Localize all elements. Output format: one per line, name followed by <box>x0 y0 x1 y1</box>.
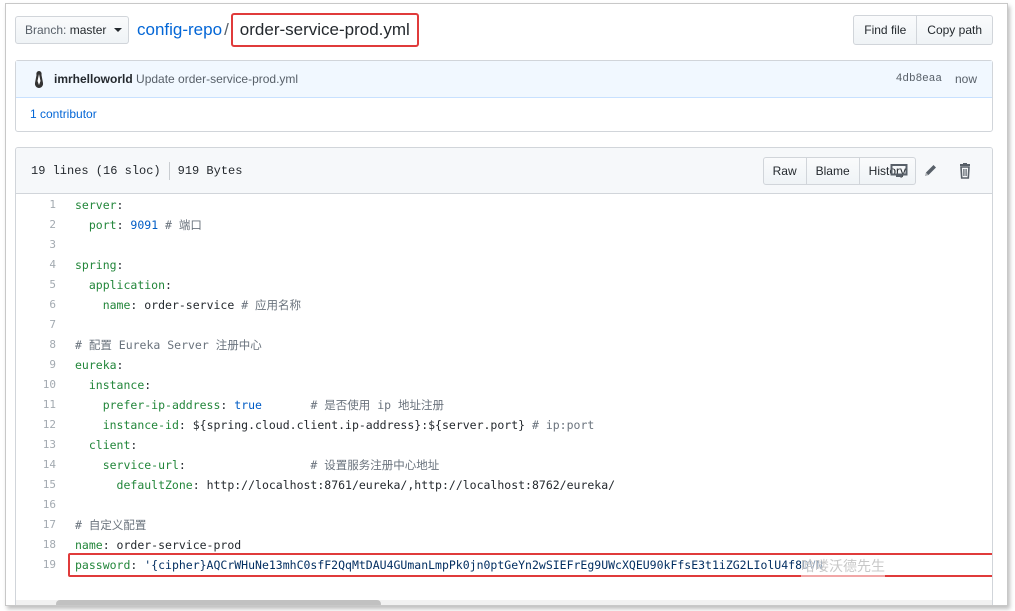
contributors-link[interactable]: 1 contributor <box>16 98 992 131</box>
line-content: port: 9091 # 端口 <box>88 218 202 232</box>
line-content: eureka: <box>75 358 124 372</box>
desktop-icon[interactable] <box>890 163 908 179</box>
code-line: 9 eureka: <box>16 355 992 375</box>
code-line: 18 name: order-service-prod <box>16 535 992 555</box>
line-content: prefer-ip-address: true # 是否使用 ip 地址注册 <box>102 398 444 412</box>
blame-button[interactable]: Blame <box>806 157 860 185</box>
line-content: spring: <box>75 258 124 272</box>
line-content: service-url: # 设置服务注册中心地址 <box>102 458 440 472</box>
line-number[interactable]: 1 <box>16 195 56 215</box>
horizontal-scrollbar[interactable] <box>16 600 992 605</box>
code-line: 2 port: 9091 # 端口 <box>16 215 992 235</box>
code-line: 10 instance: <box>16 375 992 395</box>
commit-message-link[interactable]: Update order-service-prod.yml <box>136 72 298 86</box>
code-line: 17 # 自定义配置 <box>16 515 992 535</box>
trash-icon[interactable] <box>956 163 974 179</box>
code-line: 15 defaultZone: http://localhost:8761/eu… <box>16 475 992 495</box>
line-number[interactable]: 9 <box>16 355 56 375</box>
line-number[interactable]: 17 <box>16 515 56 535</box>
line-number[interactable]: 7 <box>16 315 56 335</box>
line-content: # 自定义配置 <box>75 518 147 532</box>
divider <box>168 161 170 180</box>
pencil-icon[interactable] <box>922 163 940 179</box>
line-number[interactable]: 14 <box>16 455 56 475</box>
commit-sha-link[interactable]: 4db8eaa <box>896 61 942 98</box>
watermark: 哈喽沃德先生 <box>801 557 885 577</box>
branch-label: Branch: <box>25 23 67 37</box>
branch-selector-button[interactable]: Branch: master <box>15 16 129 44</box>
find-file-button[interactable]: Find file <box>853 15 918 45</box>
commit-author-link[interactable]: imrhelloworld <box>54 72 133 86</box>
code-line: 5 application: <box>16 275 992 295</box>
breadcrumb: config-repo / order-service-prod.yml <box>137 13 419 47</box>
breadcrumb-separator: / <box>224 20 229 39</box>
breadcrumb-file-name: order-service-prod.yml <box>230 13 419 47</box>
line-content: defaultZone: http://localhost:8761/eurek… <box>116 478 616 492</box>
line-number[interactable]: 16 <box>16 495 56 515</box>
code-line: 11 prefer-ip-address: true # 是否使用 ip 地址注… <box>16 395 992 415</box>
code-line: 8 # 配置 Eureka Server 注册中心 <box>16 335 992 355</box>
scrollbar-thumb[interactable] <box>56 600 381 605</box>
line-content: client: <box>88 438 138 452</box>
caret-down-icon <box>113 28 122 32</box>
line-number[interactable]: 18 <box>16 535 56 555</box>
line-number[interactable]: 10 <box>16 375 56 395</box>
copy-path-button[interactable]: Copy path <box>917 15 993 45</box>
line-content: # 配置 Eureka Server 注册中心 <box>75 338 262 352</box>
code-line: 19 password: '{cipher}AQCrWHuNe13mhC0sfF2… <box>16 553 992 577</box>
code-line: 4 spring: <box>16 255 992 275</box>
line-content: instance: <box>88 378 152 392</box>
line-content: application: <box>88 278 172 292</box>
line-content: instance-id: ${spring.cloud.client.ip-ad… <box>102 418 595 432</box>
branch-name: master <box>69 23 107 37</box>
line-number[interactable]: 2 <box>16 215 56 235</box>
file-size: 919 Bytes <box>177 164 243 178</box>
code-line: 12 instance-id: ${spring.cloud.client.ip… <box>16 415 992 435</box>
line-number[interactable]: 12 <box>16 415 56 435</box>
line-number[interactable]: 19 <box>16 555 56 575</box>
line-number[interactable]: 11 <box>16 395 56 415</box>
commit-tease: imrhelloworld Update order-service-prod.… <box>15 60 993 132</box>
code-line: 16 <box>16 495 992 515</box>
line-number[interactable]: 5 <box>16 275 56 295</box>
commit-time: now <box>954 72 977 86</box>
file-header: 19 lines (16 sloc) 919 Bytes Raw Blame Hi… <box>16 148 992 194</box>
avatar[interactable] <box>34 71 44 88</box>
code-line: 7 <box>16 315 992 335</box>
line-content: name: order-service # 应用名称 <box>102 298 302 312</box>
line-number[interactable]: 15 <box>16 475 56 495</box>
file-nav-buttons: Find file Copy path <box>853 15 993 45</box>
code-line: 14 service-url: # 设置服务注册中心地址 <box>16 455 992 475</box>
line-number[interactable]: 13 <box>16 435 56 455</box>
line-content: name: order-service-prod <box>75 538 242 552</box>
line-content: server: <box>75 198 124 212</box>
line-number[interactable]: 4 <box>16 255 56 275</box>
line-number[interactable]: 3 <box>16 235 56 255</box>
latest-commit: imrhelloworld Update order-service-prod.… <box>16 61 992 98</box>
line-number[interactable]: 6 <box>16 295 56 315</box>
breadcrumb-repo-link[interactable]: config-repo <box>137 20 222 39</box>
file-viewer: 19 lines (16 sloc) 919 Bytes Raw Blame Hi… <box>15 147 993 605</box>
file-line-count: 19 lines (16 sloc) <box>31 164 161 178</box>
code-line: 6 name: order-service # 应用名称 <box>16 295 992 315</box>
code-line: 1 server: <box>16 195 992 215</box>
code-line: 13 client: <box>16 435 992 455</box>
code-view: 1 server: 2 port: 9091 # 端口 3 4 spring: 5 appl… <box>16 195 992 605</box>
screenshot-frame: Branch: master config-repo / order-service… <box>5 3 1008 606</box>
file-info: 19 lines (16 sloc) 919 Bytes <box>31 148 242 194</box>
code-line: 3 <box>16 235 992 255</box>
file-navigation: Branch: master config-repo / order-service… <box>15 13 993 47</box>
raw-button[interactable]: Raw <box>762 157 807 185</box>
line-number[interactable]: 8 <box>16 335 56 355</box>
